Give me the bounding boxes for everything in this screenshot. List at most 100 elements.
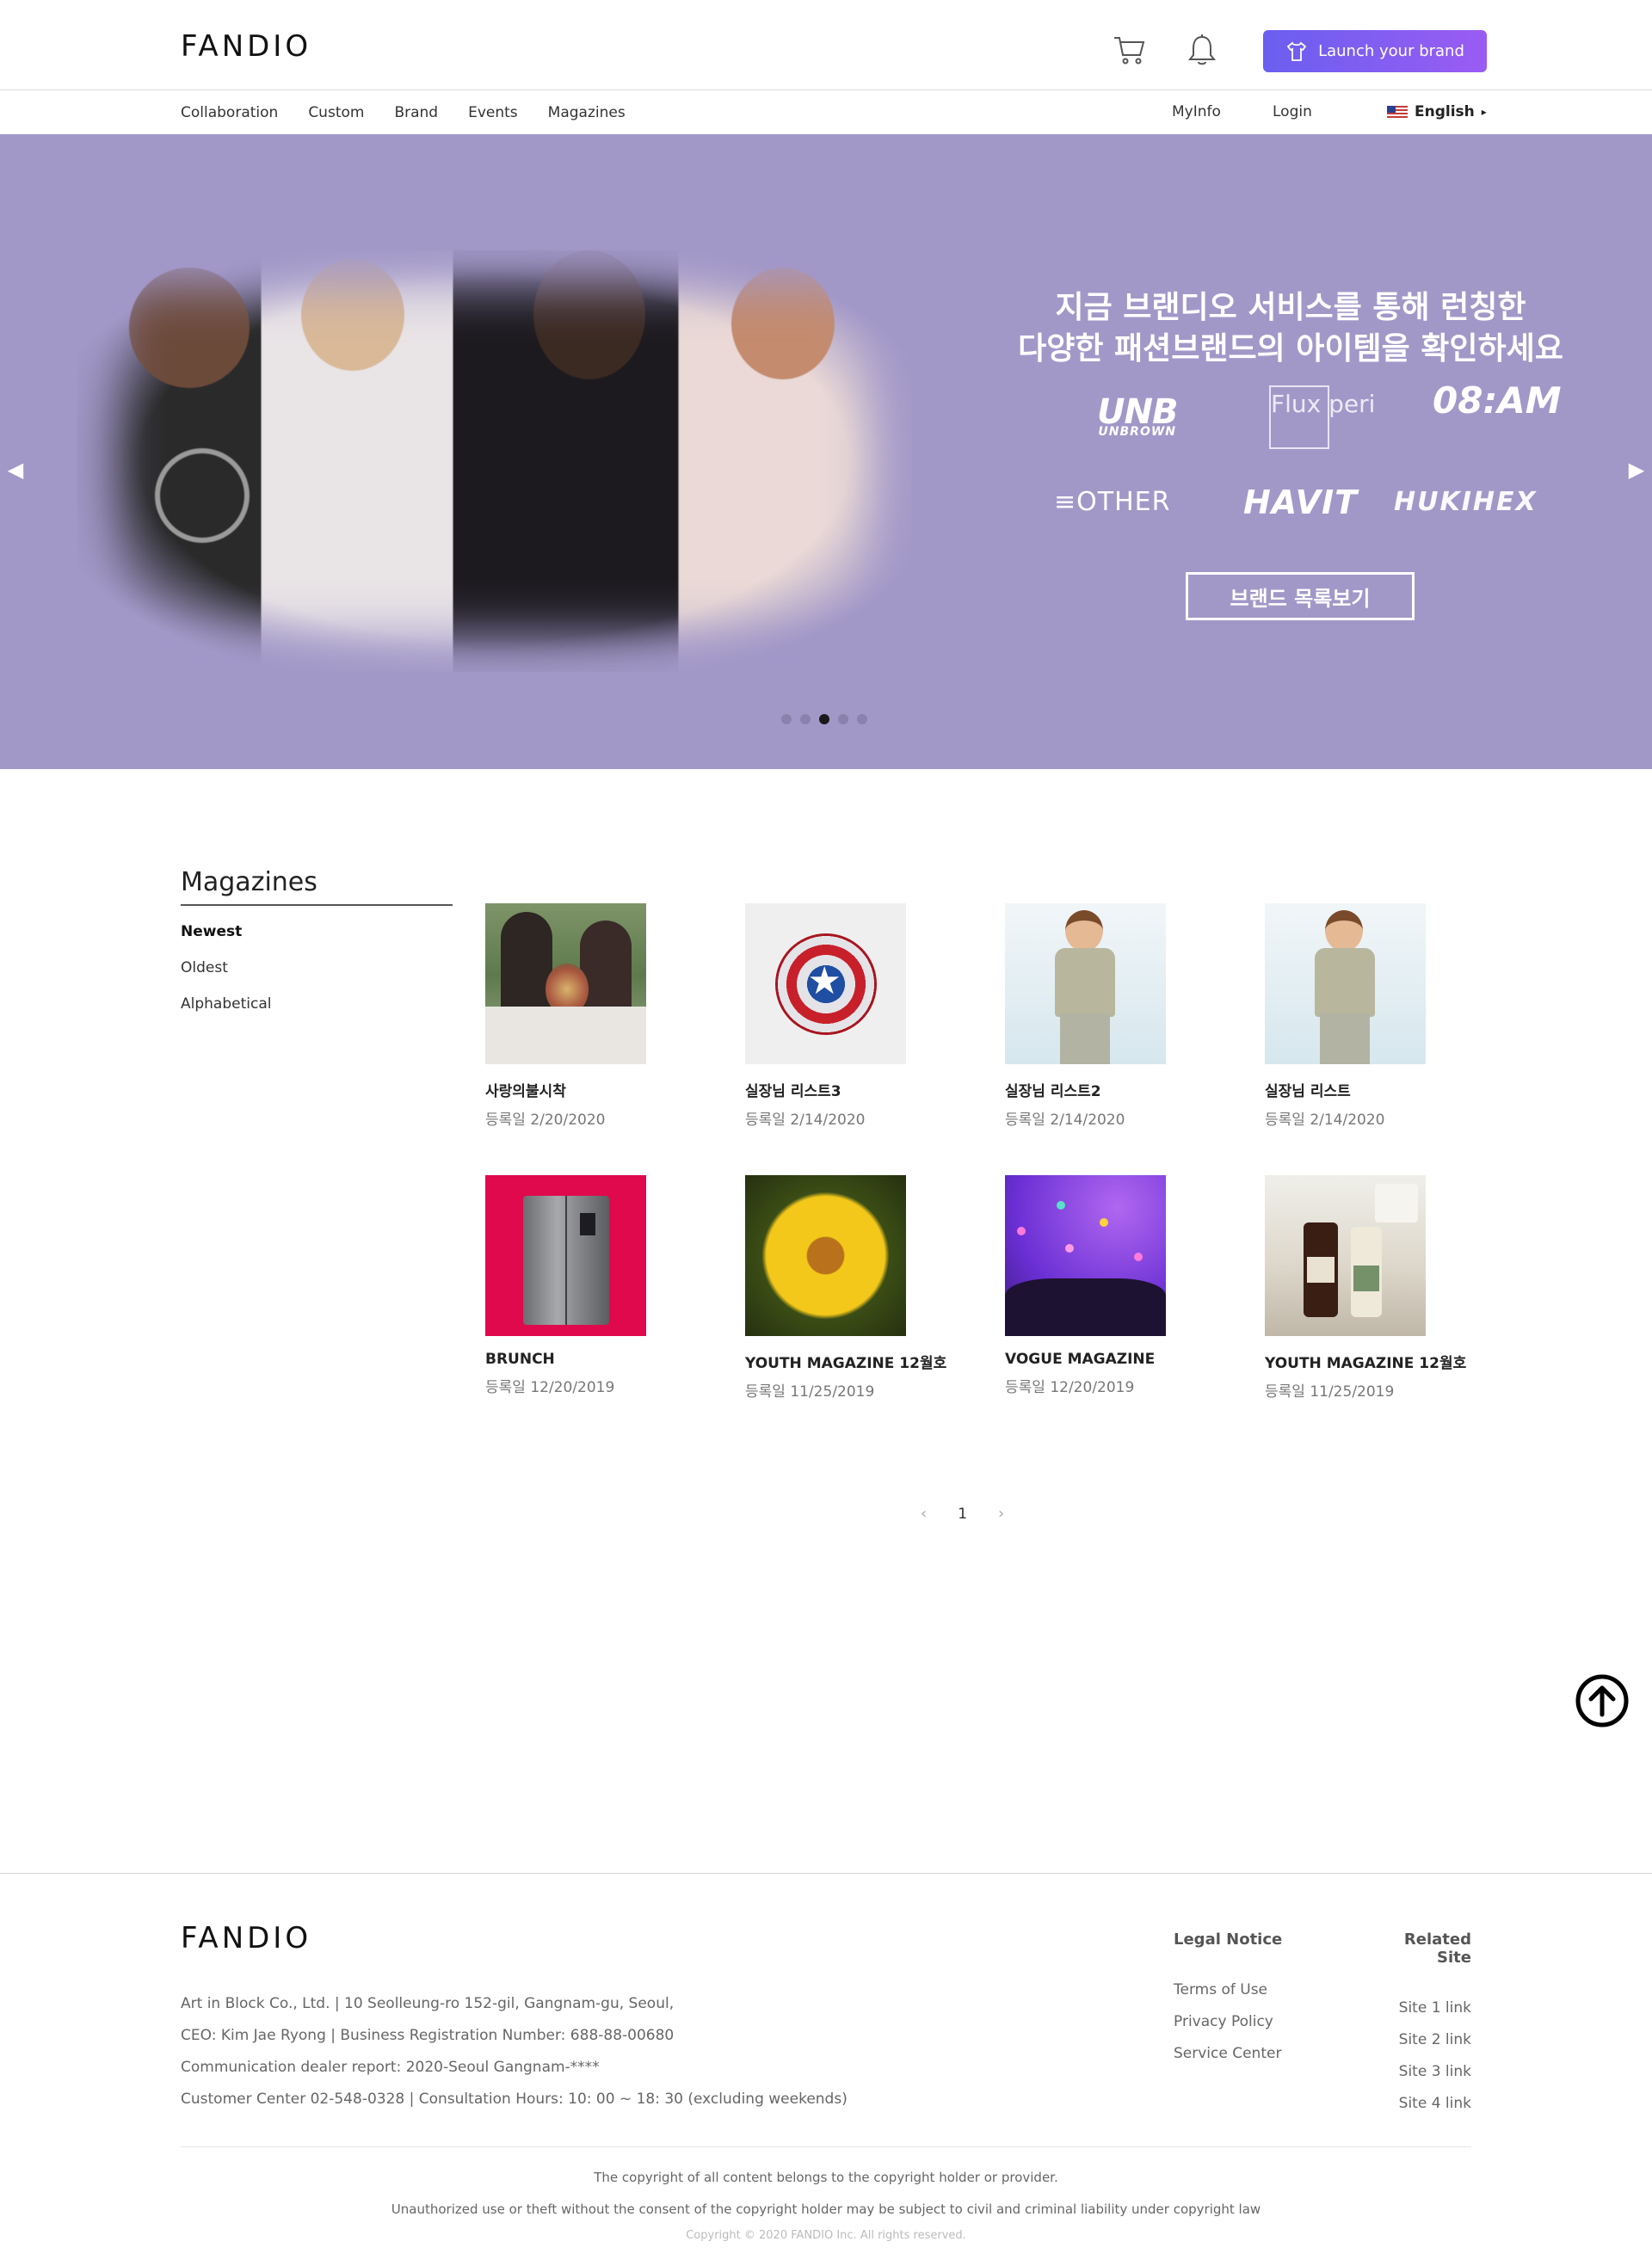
magazine-card[interactable]: BRUNCH 등록일 12/20/2019 xyxy=(485,1175,726,1396)
site-link[interactable]: Site 2 link xyxy=(1380,2024,1471,2056)
magazine-title[interactable]: YOUTH MAGAZINE 12월호 xyxy=(745,1351,986,1372)
banner-heading: 지금 브랜디오 서비스를 통해 런칭한 다양한 패션브랜드의 아이템을 확인하세… xyxy=(946,287,1635,370)
magazine-card[interactable]: ★ 실장님 리스트3 등록일 2/14/2020 xyxy=(745,903,986,1129)
thumbnail-detail xyxy=(1315,948,1375,1017)
footer-logo: FANDIO xyxy=(181,1921,312,1955)
magazine-card[interactable]: 실장님 리스트 등록일 2/14/2020 xyxy=(1265,903,1506,1129)
magazine-thumbnail[interactable] xyxy=(1265,1175,1426,1336)
related-sites: Related Site Site 1 link Site 2 link Sit… xyxy=(1380,1931,1471,2120)
thumbnail-detail xyxy=(485,1007,646,1064)
site-link[interactable]: Site 1 link xyxy=(1380,1992,1471,2024)
thumbnail-detail: ★ xyxy=(807,958,841,1003)
magazine-thumbnail[interactable] xyxy=(485,1175,646,1336)
carousel-dot[interactable] xyxy=(857,714,867,724)
language-label: English xyxy=(1415,103,1475,120)
magazine-thumbnail[interactable] xyxy=(1005,903,1166,1064)
language-selector[interactable]: English ▸ xyxy=(1387,103,1487,120)
copyright-notice: The copyright of all content belongs to … xyxy=(594,2170,1058,2185)
magazine-thumbnail[interactable]: ★ xyxy=(745,903,906,1064)
related-title: Related Site xyxy=(1403,1931,1471,1967)
hero-banner: ◀ ▶ 지금 브랜디오 서비스를 통해 런칭한 다양한 패션브랜드의 아이템을 … xyxy=(0,134,1652,769)
site-link[interactable]: Site 3 link xyxy=(1380,2056,1471,2088)
sort-alphabetical[interactable]: Alphabetical xyxy=(181,995,271,1013)
site-link[interactable]: Site 4 link xyxy=(1380,2088,1471,2120)
thumbnail-detail xyxy=(1055,948,1115,1017)
thumbnail-detail xyxy=(580,1213,595,1235)
sort-menu: Newest Oldest Alphabetical xyxy=(181,923,271,1031)
magazine-card[interactable]: 사랑의불시착 등록일 2/20/2020 xyxy=(485,903,726,1129)
us-flag-icon xyxy=(1387,106,1408,118)
magazine-date: 등록일 12/20/2019 xyxy=(1005,1379,1135,1396)
magazine-card[interactable]: YOUTH MAGAZINE 12월호등록일 11/25/2019 xyxy=(745,1175,986,1401)
company-info-line: CEO: Kim Jae Ryong | Business Registrati… xyxy=(181,2027,675,2044)
magazine-date: 등록일 11/25/2019 xyxy=(745,1383,875,1401)
launch-brand-button[interactable]: Launch your brand xyxy=(1263,30,1487,72)
magazine-card[interactable]: 실장님 리스트2 등록일 2/14/2020 xyxy=(1005,903,1246,1129)
shirt-icon xyxy=(1286,40,1307,61)
copyright-line: Copyright © 2020 FANDIO Inc. All rights … xyxy=(686,2229,966,2242)
magazine-thumbnail[interactable] xyxy=(485,903,646,1064)
next-page-icon[interactable]: › xyxy=(998,1505,1004,1523)
banner-next-arrow[interactable]: ▶ xyxy=(1626,453,1647,487)
carousel-dot[interactable] xyxy=(838,714,848,724)
magazine-thumbnail[interactable] xyxy=(1005,1175,1166,1336)
login-link[interactable]: Login xyxy=(1273,103,1312,120)
company-info-line: Communication dealer report: 2020-Seoul … xyxy=(181,2059,600,2076)
section-title: Magazines xyxy=(181,867,317,897)
logo-link[interactable]: FANDIO xyxy=(181,29,311,64)
magazine-title[interactable]: 실장님 리스트3 xyxy=(745,1079,986,1100)
pagination: ‹ 1 › xyxy=(921,1505,1004,1523)
brand-logo-other: ≡OTHER xyxy=(1054,487,1171,517)
carousel-dot[interactable] xyxy=(800,714,811,724)
page-number[interactable]: 1 xyxy=(958,1506,967,1523)
carousel-dot[interactable] xyxy=(781,714,792,724)
magazine-title[interactable]: 사랑의불시착 xyxy=(485,1079,726,1100)
myinfo-link[interactable]: MyInfo xyxy=(1172,103,1221,120)
launch-brand-label: Launch your brand xyxy=(1318,42,1464,60)
magazine-title[interactable]: BRUNCH xyxy=(485,1351,726,1368)
nav-item-events[interactable]: Events xyxy=(468,104,518,121)
brand-logo-fluxperi: Flux peri xyxy=(1269,385,1375,449)
scroll-to-top-icon[interactable] xyxy=(1575,1673,1630,1728)
nav-item-custom[interactable]: Custom xyxy=(308,104,364,121)
nav-item-collaboration[interactable]: Collaboration xyxy=(181,104,278,121)
brand-logo-hukihex: HUKIHEX xyxy=(1394,487,1538,517)
prev-page-icon[interactable]: ‹ xyxy=(921,1505,927,1523)
brand-logo-havit: HAVIT xyxy=(1243,483,1359,521)
bell-icon[interactable] xyxy=(1186,33,1218,67)
thumbnail-detail xyxy=(1320,1013,1370,1064)
magazine-title[interactable]: YOUTH MAGAZINE 12월호 xyxy=(1265,1351,1506,1372)
nav-item-magazines[interactable]: Magazines xyxy=(548,104,626,121)
magazine-date: 등록일 12/20/2019 xyxy=(485,1379,615,1396)
footer-bottom-divider xyxy=(181,2146,1471,2147)
thumbnail-detail xyxy=(1353,1265,1379,1291)
carousel-dot[interactable] xyxy=(819,714,829,724)
terms-link[interactable]: Terms of Use xyxy=(1174,1974,1282,2006)
privacy-link[interactable]: Privacy Policy xyxy=(1174,2006,1282,2038)
top-header: FANDIO Launch your brand xyxy=(0,0,1652,90)
service-center-link[interactable]: Service Center xyxy=(1174,2038,1282,2070)
magazine-title[interactable]: 실장님 리스트 xyxy=(1265,1079,1506,1100)
main-nav: Collaboration Custom Brand Events Magazi… xyxy=(0,91,1652,134)
thumbnail-detail xyxy=(1100,1218,1108,1227)
magazine-card[interactable]: VOGUE MAGAZINE 등록일 12/20/2019 xyxy=(1005,1175,1246,1396)
banner-photo-vignette xyxy=(77,250,912,672)
company-info-line: Customer Center 02-548-0328 | Consultati… xyxy=(181,2091,848,2108)
magazine-card[interactable]: YOUTH MAGAZINE 12월호 등록일 11/25/2019 xyxy=(1265,1175,1506,1401)
sort-newest[interactable]: Newest xyxy=(181,923,271,940)
thumbnail-detail xyxy=(1325,910,1363,951)
sort-oldest[interactable]: Oldest xyxy=(181,959,271,976)
banner-prev-arrow[interactable]: ◀ xyxy=(5,453,26,487)
thumbnail-detail xyxy=(1005,1278,1166,1336)
cart-icon[interactable] xyxy=(1113,33,1147,67)
magazine-thumbnail[interactable] xyxy=(745,1175,906,1336)
brand-logo-unb: UNB UNBROWN xyxy=(1097,392,1178,439)
thumbnail-detail xyxy=(1060,1013,1110,1064)
company-info: Art in Block Co., Ltd. | 10 Seolleung-ro… xyxy=(181,1988,848,2115)
brand-list-button[interactable]: 브랜드 목록보기 xyxy=(1186,572,1415,620)
magazine-thumbnail[interactable] xyxy=(1265,903,1426,1064)
magazine-title[interactable]: 실장님 리스트2 xyxy=(1005,1079,1246,1100)
legal-title: Legal Notice xyxy=(1174,1931,1283,1949)
nav-item-brand[interactable]: Brand xyxy=(394,104,438,121)
magazine-title[interactable]: VOGUE MAGAZINE xyxy=(1005,1351,1246,1368)
